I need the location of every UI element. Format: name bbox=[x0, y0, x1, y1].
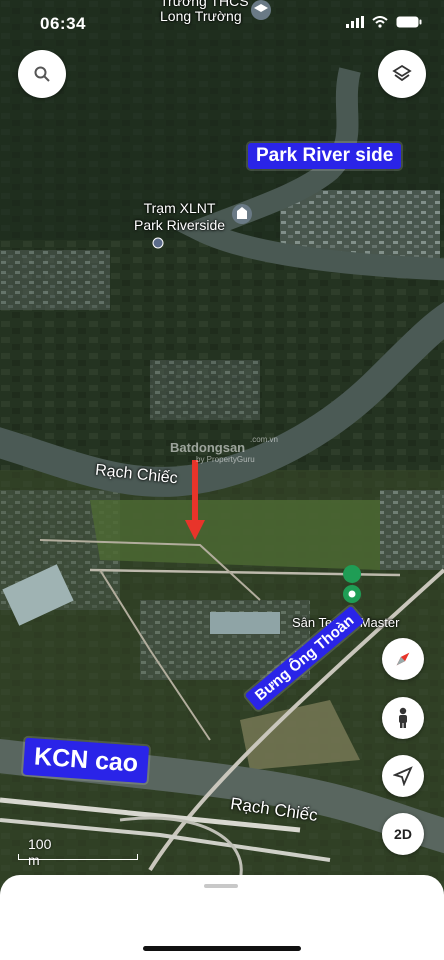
battery-icon bbox=[396, 16, 422, 28]
location-arrow-icon bbox=[393, 766, 413, 786]
signal-icon bbox=[346, 16, 364, 28]
street-view-button[interactable] bbox=[382, 697, 424, 739]
watermark: .com.vn Batdongsan by PropertyGuru bbox=[170, 435, 278, 464]
wifi-icon bbox=[372, 16, 388, 28]
sheet-grab-handle[interactable] bbox=[204, 884, 238, 888]
status-icons bbox=[346, 16, 422, 28]
school-label[interactable]: Trường THCS Long Trường bbox=[160, 0, 249, 24]
locate-button[interactable] bbox=[382, 755, 424, 797]
school-label-line2: Long Trường bbox=[160, 8, 242, 24]
compass-button[interactable] bbox=[382, 638, 424, 680]
watermark-brand: Batdongsan bbox=[170, 440, 246, 455]
park-river-tag: Park River side bbox=[248, 143, 402, 169]
watermark-tld: .com.vn bbox=[250, 435, 279, 444]
view-mode-button[interactable]: 2D bbox=[382, 813, 424, 855]
person-icon bbox=[399, 707, 407, 728]
xlnt-pin-icon[interactable] bbox=[232, 204, 252, 224]
home-indicator[interactable] bbox=[143, 946, 301, 951]
status-time: 06:34 bbox=[40, 14, 86, 33]
watermark-sub: by PropertyGuru bbox=[196, 455, 255, 464]
search-icon bbox=[34, 66, 50, 82]
xlnt-label-line1: Trạm XLNT bbox=[143, 200, 216, 216]
search-button[interactable] bbox=[18, 50, 66, 98]
xlnt-label[interactable]: Trạm XLNT Park Riverside bbox=[134, 200, 225, 234]
map-screen: 06:34 Trường THCS Long Trường Trạm XLNT … bbox=[0, 0, 444, 960]
scale-bar-line bbox=[18, 854, 138, 860]
xlnt-label-line2: Park Riverside bbox=[134, 217, 226, 233]
compass-icon bbox=[396, 652, 410, 666]
scale-label: 100 m bbox=[28, 836, 52, 868]
layers-button[interactable] bbox=[378, 50, 426, 98]
small-poi-icon[interactable] bbox=[152, 237, 164, 249]
layers-icon bbox=[392, 64, 412, 82]
